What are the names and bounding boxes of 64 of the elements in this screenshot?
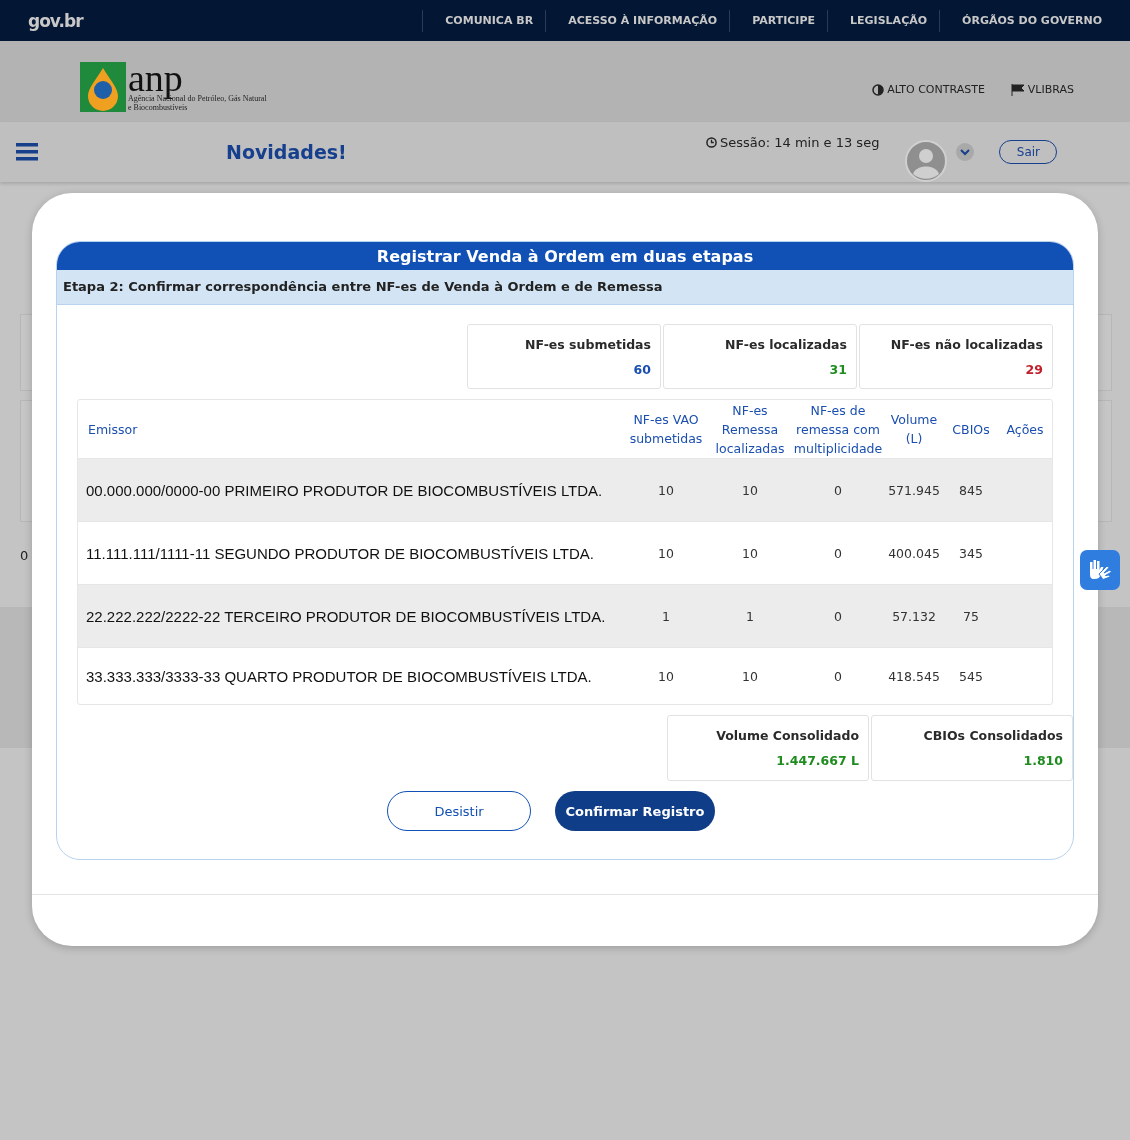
dialog-title: Registrar Venda à Ordem em duas etapas xyxy=(57,242,1073,270)
column-header: Ações xyxy=(1005,420,1045,439)
table-cell-text: 10 xyxy=(741,668,759,684)
vlibras-link[interactable]: VLIBRAS xyxy=(1010,83,1074,96)
contrast-icon xyxy=(872,83,885,96)
table-cell-text: 75 xyxy=(962,608,980,624)
column-header: NF-es de remessa com multiplicidade xyxy=(792,401,884,458)
table-cell-text: 0 xyxy=(833,608,843,624)
column-header: Volume (L) xyxy=(889,411,939,448)
column-header: NF-es Remessa localizadas xyxy=(714,401,786,458)
table-cell-text: 418.545 xyxy=(887,668,941,684)
confirm-button[interactable]: Confirmar Registro xyxy=(555,791,715,831)
summary-value: 31 xyxy=(829,362,847,377)
chevron-down-icon[interactable] xyxy=(955,142,976,162)
table-cell-text: 400.045 xyxy=(887,545,941,561)
session-timer: Sessão: 14 min e 13 seg xyxy=(706,135,880,150)
total-value: 1.810 xyxy=(1023,753,1063,768)
top-nav-link[interactable]: COMUNICA BR xyxy=(422,9,546,32)
gov-logo[interactable]: gov.br xyxy=(28,10,83,31)
column-header: NF-es VAO submetidas xyxy=(628,411,704,448)
table-cell-text: 33.333.333/3333-33 QUARTO PRODUTOR DE BIOCOMBUSTÍVEIS LTDA. xyxy=(85,667,593,685)
column-header: Emissor xyxy=(87,420,139,439)
top-nav-link[interactable]: PARTICIPE xyxy=(729,9,828,32)
summary-label: NF-es submetidas xyxy=(525,337,651,352)
total-value: 1.447.667 L xyxy=(776,753,859,768)
cancel-button[interactable]: Desistir xyxy=(387,791,531,831)
table-cell-text: 10 xyxy=(741,545,759,561)
table-cell-text: 1 xyxy=(661,608,671,624)
total-label: Volume Consolidado xyxy=(716,728,859,743)
step-header: Etapa 2: Confirmar correspondência entre NF-es de Venda à Ordem e de Remessa xyxy=(57,270,1073,305)
high-contrast-link[interactable]: ALTO CONTRASTE xyxy=(872,83,985,96)
page-title: Novidades! xyxy=(226,141,348,163)
top-nav-link[interactable]: ACESSO À INFORMAÇÃO xyxy=(545,9,730,32)
summary-label: NF-es localizadas xyxy=(725,337,847,352)
table-cell-text: 10 xyxy=(741,482,759,498)
top-nav-link[interactable]: ÓRGÃOS DO GOVERNO xyxy=(939,9,1114,32)
table-cell-text: 00.000.000/0000-00 PRIMEIRO PRODUTOR DE BIOCOMBUSTÍVEIS LTDA. xyxy=(85,481,604,499)
table-cell-text: 0 xyxy=(833,545,843,561)
table-cell-text: 11.111.111/1111-11 SEGUNDO PRODUTOR DE BIOCOMBUSTÍVEIS LTDA. xyxy=(85,544,595,562)
table-cell-text: 10 xyxy=(657,545,675,561)
summary-value: 29 xyxy=(1025,362,1043,377)
table-cell-text: 57.132 xyxy=(891,608,937,624)
table-cell-text: 10 xyxy=(657,668,675,684)
table-cell-text: 22.222.222/2222-22 TERCEIRO PRODUTOR DE BIOCOMBUSTÍVEIS LTDA. xyxy=(85,607,607,625)
table-cell-text: 1 xyxy=(745,608,755,624)
hands-icon xyxy=(1088,559,1112,581)
sign-language-button[interactable] xyxy=(1080,550,1120,590)
table-cell-text: 845 xyxy=(958,482,984,498)
table-cell-text: 10 xyxy=(657,482,675,498)
table-cell-text: 571.945 xyxy=(887,482,941,498)
table-cell-text: 345 xyxy=(958,545,984,561)
menu-icon[interactable] xyxy=(16,143,38,161)
table-cell-text: 0 xyxy=(833,482,843,498)
table-cell-text: 0 xyxy=(833,668,843,684)
total-label: CBIOs Consolidados xyxy=(923,728,1063,743)
drop-logo-icon xyxy=(80,61,126,112)
summary-value: 60 xyxy=(633,362,651,377)
result-count: 0 xyxy=(20,548,29,563)
summary-label: NF-es não localizadas xyxy=(890,337,1043,352)
column-header: CBIOs xyxy=(951,420,991,439)
clock-icon xyxy=(706,137,717,148)
flag-icon xyxy=(1010,83,1025,96)
top-nav-link[interactable]: LEGISLAÇÃO xyxy=(827,9,940,32)
table-cell-text: 545 xyxy=(958,668,984,684)
